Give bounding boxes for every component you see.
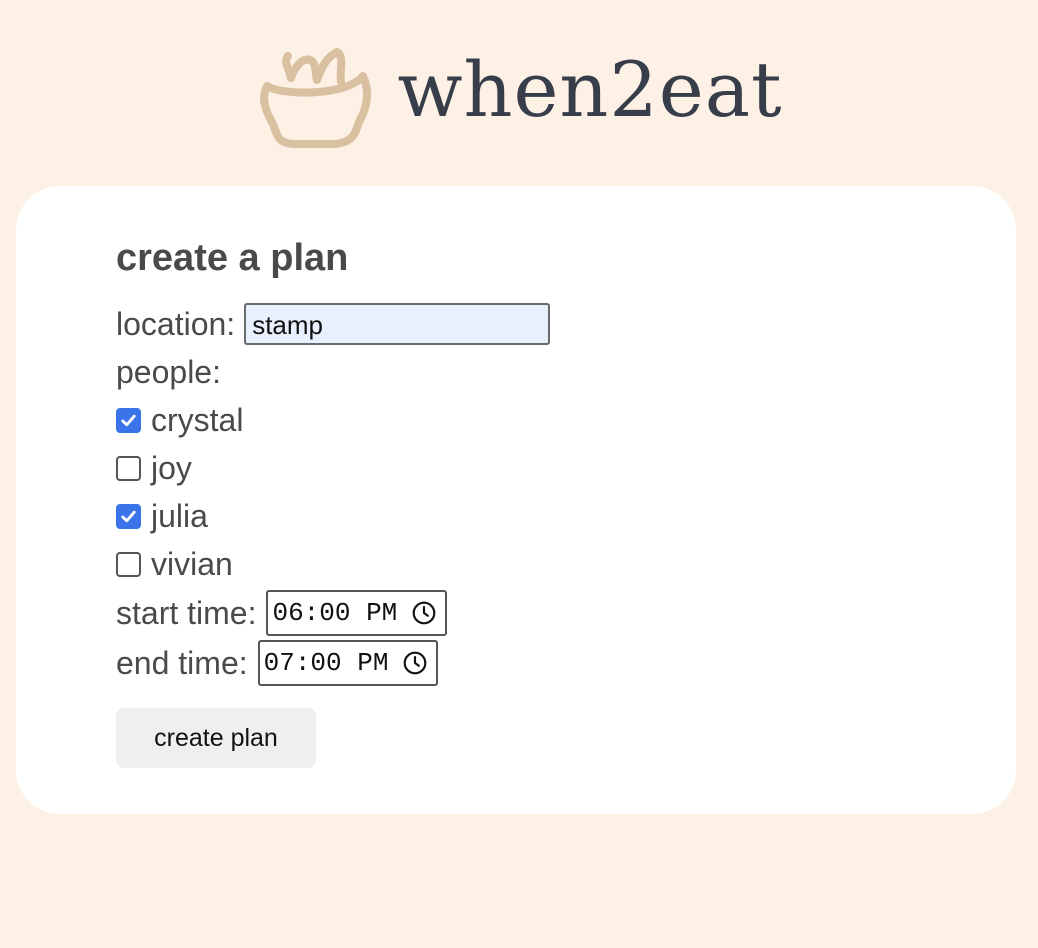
person-checkbox-julia[interactable] [116, 503, 141, 529]
location-label: location: [116, 306, 236, 342]
person-checkbox-crystal[interactable] [116, 407, 141, 433]
checkmark-icon [121, 510, 136, 522]
clock-icon[interactable] [411, 600, 437, 626]
site-header: when2eat [0, 44, 1038, 148]
person-option-vivian[interactable]: vivian [116, 540, 916, 588]
person-option-joy[interactable]: joy [116, 444, 916, 492]
end-time-value: 07:00 PM [263, 648, 389, 678]
person-option-crystal[interactable]: crystal [116, 396, 916, 444]
start-time-input[interactable]: 06:00 PM [266, 590, 448, 636]
location-input[interactable] [244, 303, 551, 345]
checkmark-icon [121, 414, 136, 426]
brand-name: when2eat [397, 45, 783, 134]
person-label-crystal: crystal [151, 402, 244, 438]
start-time-value: 06:00 PM [272, 598, 398, 628]
clock-icon[interactable] [402, 650, 428, 676]
person-option-julia[interactable]: julia [116, 492, 916, 540]
create-plan-button[interactable]: create plan [116, 708, 316, 768]
form-title: create a plan [116, 237, 349, 279]
start-time-label: start time: [116, 595, 257, 631]
end-time-input[interactable]: 07:00 PM [257, 640, 439, 686]
person-label-julia: julia [151, 498, 208, 534]
person-label-joy: joy [151, 450, 192, 486]
create-plan-card: create a plan location: people: crystal … [16, 186, 1016, 814]
start-time-row: start time: 06:00 PM [116, 588, 916, 638]
person-checkbox-joy[interactable] [116, 455, 141, 481]
person-label-vivian: vivian [151, 546, 233, 582]
person-checkbox-vivian[interactable] [116, 551, 141, 577]
end-time-label: end time: [116, 645, 248, 681]
location-row: location: [116, 300, 916, 348]
people-label: people: [116, 354, 221, 390]
end-time-row: end time: 07:00 PM [116, 638, 916, 688]
people-row: people: [116, 348, 916, 396]
bowl-icon [260, 48, 372, 148]
